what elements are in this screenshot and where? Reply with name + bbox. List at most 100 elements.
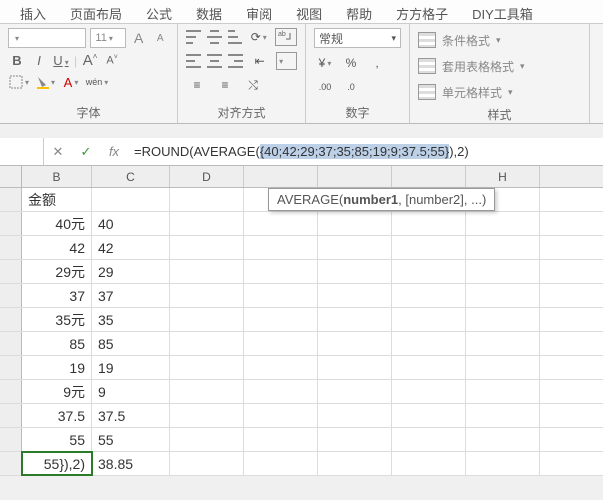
cell[interactable] bbox=[466, 452, 540, 475]
cell[interactable]: 85 bbox=[92, 332, 170, 355]
cell[interactable] bbox=[466, 356, 540, 379]
decrease-decimal-icon[interactable]: .0 bbox=[340, 78, 362, 96]
cell[interactable]: 29 bbox=[92, 260, 170, 283]
cell[interactable] bbox=[392, 332, 466, 355]
fx-icon[interactable]: fx bbox=[100, 144, 128, 159]
cell[interactable] bbox=[392, 308, 466, 331]
align-center-icon[interactable] bbox=[207, 54, 222, 68]
font-family-select[interactable] bbox=[8, 28, 86, 48]
cell[interactable] bbox=[318, 284, 392, 307]
cell[interactable] bbox=[318, 356, 392, 379]
fill-color-button[interactable] bbox=[34, 73, 56, 91]
col-header[interactable]: D bbox=[170, 166, 244, 187]
cell[interactable] bbox=[244, 236, 318, 259]
ribbon-tab[interactable]: 视图 bbox=[284, 0, 334, 23]
cell[interactable] bbox=[392, 212, 466, 235]
align-right-icon[interactable] bbox=[228, 54, 243, 68]
indent-increase-icon[interactable]: ≡ bbox=[214, 76, 236, 94]
underline-button[interactable]: U bbox=[52, 53, 70, 68]
cell[interactable]: 37 bbox=[92, 284, 170, 307]
cell[interactable] bbox=[170, 212, 244, 235]
comma-button[interactable]: , bbox=[366, 54, 388, 72]
align-top-icon[interactable] bbox=[186, 30, 201, 44]
ribbon-tab[interactable]: 页面布局 bbox=[58, 0, 134, 23]
row-header[interactable] bbox=[0, 188, 22, 211]
cell[interactable] bbox=[392, 452, 466, 475]
ribbon-tab[interactable]: 帮助 bbox=[334, 0, 384, 23]
wrap-text-icon[interactable]: ab bbox=[275, 28, 297, 46]
cell[interactable]: 85 bbox=[22, 332, 92, 355]
cell[interactable] bbox=[170, 332, 244, 355]
font-size-select[interactable]: 11 bbox=[90, 28, 125, 48]
col-header[interactable]: C bbox=[92, 166, 170, 187]
col-header[interactable]: B bbox=[22, 166, 92, 187]
rotate-icon[interactable]: ⤭ bbox=[242, 76, 264, 94]
formula-input[interactable]: =ROUND(AVERAGE({40;42;29;37;35;85;19;9;3… bbox=[128, 144, 603, 160]
italic-button[interactable]: I bbox=[30, 53, 48, 68]
row-header[interactable] bbox=[0, 260, 22, 283]
cell[interactable] bbox=[244, 260, 318, 283]
currency-button[interactable]: ¥ bbox=[314, 54, 336, 72]
indent-decrease-icon[interactable]: ≡ bbox=[186, 76, 208, 94]
cell[interactable] bbox=[244, 404, 318, 427]
cell[interactable] bbox=[318, 308, 392, 331]
cell[interactable] bbox=[466, 428, 540, 451]
align-left-icon[interactable] bbox=[186, 54, 201, 68]
align-middle-icon[interactable] bbox=[207, 30, 222, 44]
cell[interactable] bbox=[466, 236, 540, 259]
row-header[interactable] bbox=[0, 308, 22, 331]
row-header[interactable] bbox=[0, 212, 22, 235]
ribbon-tab[interactable]: 方方格子 bbox=[384, 0, 460, 23]
merge-button[interactable] bbox=[276, 52, 297, 70]
cell[interactable]: 9 bbox=[92, 380, 170, 403]
col-header[interactable]: H bbox=[466, 166, 540, 187]
cell[interactable]: 42 bbox=[92, 236, 170, 259]
col-header[interactable] bbox=[392, 166, 466, 187]
col-header[interactable] bbox=[318, 166, 392, 187]
cell[interactable]: 40 bbox=[92, 212, 170, 235]
conditional-format-button[interactable]: 条件格式▾ bbox=[418, 28, 581, 52]
cell[interactable] bbox=[318, 260, 392, 283]
cell[interactable]: 37.5 bbox=[92, 404, 170, 427]
cell[interactable] bbox=[466, 260, 540, 283]
row-header[interactable] bbox=[0, 428, 22, 451]
cell[interactable] bbox=[392, 260, 466, 283]
increase-font-icon[interactable]: A bbox=[130, 29, 148, 47]
cell[interactable] bbox=[466, 404, 540, 427]
select-all-corner[interactable] bbox=[0, 166, 22, 187]
cell[interactable] bbox=[466, 380, 540, 403]
align-bottom-icon[interactable] bbox=[228, 30, 243, 44]
cell[interactable] bbox=[170, 428, 244, 451]
cell[interactable] bbox=[92, 188, 170, 211]
ribbon-tab[interactable]: 插入 bbox=[8, 0, 58, 23]
ribbon-tab[interactable]: DIY工具箱 bbox=[460, 0, 545, 23]
cell[interactable]: 55 bbox=[92, 428, 170, 451]
cell[interactable] bbox=[392, 404, 466, 427]
cell[interactable] bbox=[244, 212, 318, 235]
row-header[interactable] bbox=[0, 380, 22, 403]
cell[interactable]: 35 bbox=[92, 308, 170, 331]
bold-button[interactable]: B bbox=[8, 53, 26, 68]
cell[interactable]: 9元 bbox=[22, 380, 92, 403]
indent-left-icon[interactable]: ⇤ bbox=[249, 52, 270, 70]
cell[interactable] bbox=[244, 356, 318, 379]
cell[interactable] bbox=[244, 380, 318, 403]
decrease-font-icon[interactable]: A bbox=[151, 29, 169, 47]
cell[interactable]: 金额 bbox=[22, 188, 92, 211]
cell[interactable] bbox=[244, 452, 318, 475]
cell[interactable]: 55 bbox=[22, 428, 92, 451]
cell[interactable]: 55}),2) bbox=[22, 452, 92, 475]
font-shrink-icon[interactable]: A˅ bbox=[103, 54, 121, 67]
ribbon-tab[interactable]: 公式 bbox=[134, 0, 184, 23]
cell[interactable] bbox=[170, 260, 244, 283]
cell[interactable] bbox=[392, 428, 466, 451]
cell[interactable] bbox=[244, 308, 318, 331]
table-format-button[interactable]: 套用表格格式▾ bbox=[418, 54, 581, 78]
cell[interactable] bbox=[170, 452, 244, 475]
cell[interactable]: 29元 bbox=[22, 260, 92, 283]
cell-style-button[interactable]: 单元格样式▾ bbox=[418, 80, 581, 104]
cell[interactable] bbox=[466, 332, 540, 355]
cell[interactable] bbox=[318, 212, 392, 235]
cell[interactable]: 35元 bbox=[22, 308, 92, 331]
cell[interactable] bbox=[392, 236, 466, 259]
